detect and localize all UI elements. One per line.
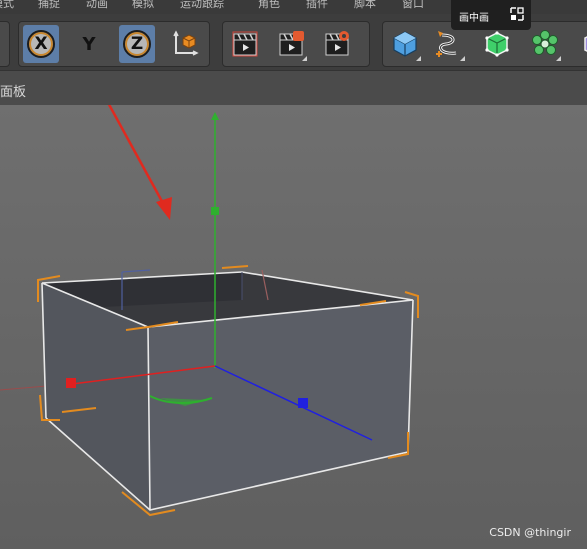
- menu-item[interactable]: 动画: [86, 0, 108, 11]
- submenu-corner-icon: [460, 56, 465, 61]
- pip-toggle-icon[interactable]: [509, 6, 525, 22]
- clapperboard-icon: [232, 31, 258, 57]
- menu-item[interactable]: 角色: [258, 0, 280, 11]
- panel-menu[interactable]: 面板: [0, 81, 26, 100]
- clapperboard-settings-icon: [325, 31, 349, 56]
- cube-icon: [393, 31, 417, 57]
- x-axis-icon: X: [27, 30, 55, 58]
- toolbar-group-left: [0, 21, 10, 67]
- subdivision-surface-button[interactable]: [479, 25, 515, 63]
- subdivision-cube-icon: [485, 31, 509, 57]
- render-picture-viewer-button[interactable]: [273, 25, 309, 63]
- lock-x-button[interactable]: X: [23, 25, 59, 63]
- deformer-icon: [584, 36, 587, 52]
- submenu-corner-icon: [416, 56, 421, 61]
- z-axis-handle: [298, 398, 308, 408]
- render-view-button[interactable]: [227, 25, 263, 63]
- cube-object-button[interactable]: [387, 25, 423, 63]
- menu-item[interactable]: 窗口: [402, 0, 424, 11]
- menu-item[interactable]: 模拟: [132, 0, 154, 11]
- deformer-button[interactable]: [573, 25, 587, 63]
- menu-item[interactable]: 运动跟踪: [180, 0, 224, 11]
- toolbar-group-render: [222, 21, 370, 67]
- cloner-button[interactable]: [527, 25, 563, 63]
- lock-z-button[interactable]: Z: [119, 25, 155, 63]
- picture-in-picture-overlay[interactable]: 画中画: [451, 0, 531, 30]
- toolbar-group-axis: X Y Z: [18, 21, 210, 67]
- world-coordinate-icon: [173, 30, 199, 56]
- clapperboard-render-icon: [279, 31, 304, 56]
- spline-pen-button[interactable]: [431, 25, 467, 63]
- menu-item[interactable]: 捕捉: [38, 0, 60, 11]
- y-axis-handle: [211, 207, 219, 215]
- annotation-arrow-line: [107, 105, 166, 206]
- x-axis-handle: [66, 378, 76, 388]
- watermark: CSDN @thingir: [489, 526, 571, 539]
- cloner-flower-icon: [532, 30, 558, 55]
- render-settings-button[interactable]: [319, 25, 355, 63]
- coordinate-system-button[interactable]: [167, 25, 203, 63]
- y-axis-icon: Y: [82, 33, 96, 55]
- annotation-arrow-head: [156, 197, 172, 220]
- z-axis-icon: Z: [123, 30, 151, 58]
- lock-y-button[interactable]: Y: [71, 25, 107, 63]
- submenu-corner-icon: [556, 56, 561, 61]
- viewport-header: 面板: [0, 70, 587, 106]
- pip-label: 画中画: [459, 13, 489, 24]
- submenu-corner-icon: [302, 56, 307, 61]
- 3d-viewport[interactable]: CSDN @thingir: [0, 105, 587, 549]
- spline-pen-icon: [436, 31, 457, 57]
- menu-item[interactable]: 模式: [0, 0, 14, 11]
- viewport-scene: [0, 105, 419, 517]
- menu-item[interactable]: 插件: [306, 0, 328, 11]
- menu-item[interactable]: 脚本: [354, 0, 376, 11]
